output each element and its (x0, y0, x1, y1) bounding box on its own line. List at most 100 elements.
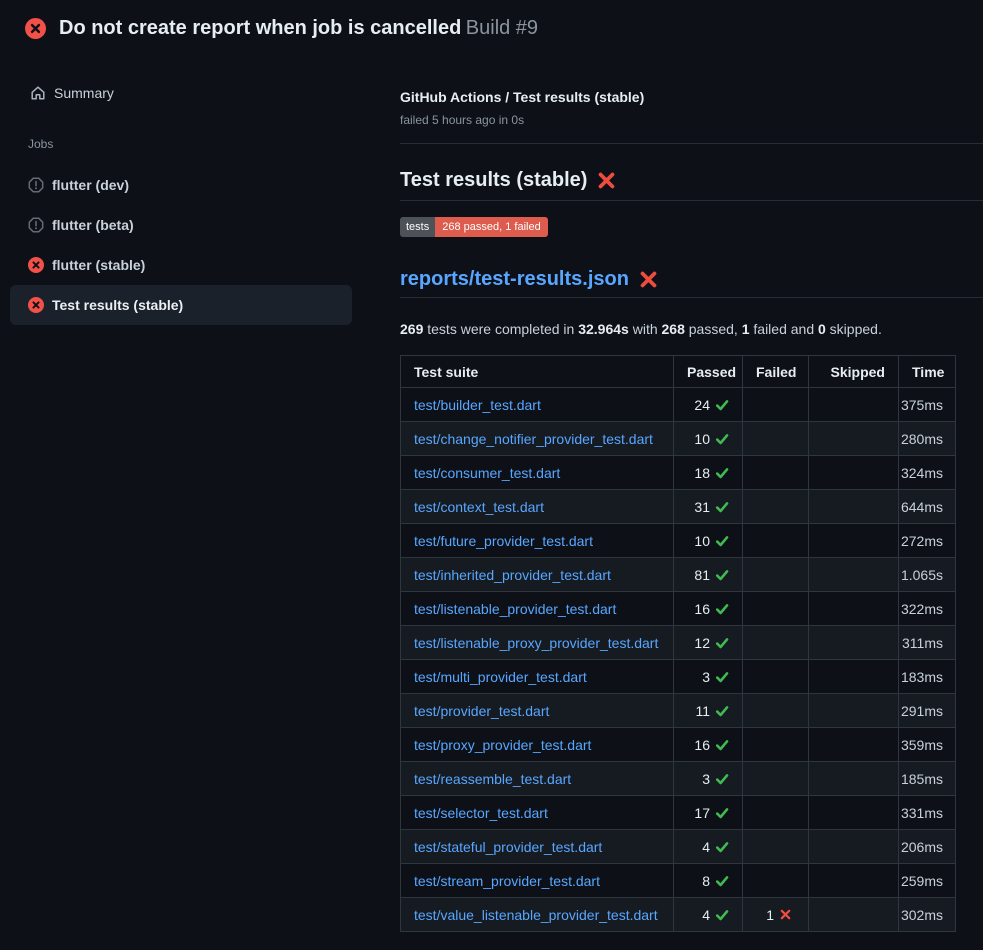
skipped-cell (809, 524, 899, 558)
time-cell: 322ms (899, 592, 956, 626)
passed-cell: 10 (674, 422, 743, 456)
sidebar-item-flutter-dev[interactable]: flutter (dev) (10, 165, 352, 205)
check-icon (715, 534, 729, 548)
table-row: test/inherited_provider_test.dart 81 1.0… (401, 558, 956, 592)
results-table-body: test/builder_test.dart 24 375ms test/cha… (401, 388, 956, 932)
suite-link[interactable]: test/multi_provider_test.dart (414, 669, 587, 685)
skipped-cell (809, 830, 899, 864)
check-icon (715, 670, 729, 684)
suite-cell: test/value_listenable_provider_test.dart (401, 898, 674, 932)
skipped-cell (809, 796, 899, 830)
passed-cell: 11 (674, 694, 743, 728)
time-cell: 185ms (899, 762, 956, 796)
passed-cell: 31 (674, 490, 743, 524)
sidebar-item-flutter-beta[interactable]: flutter (beta) (10, 205, 352, 245)
suite-link[interactable]: test/proxy_provider_test.dart (414, 737, 591, 753)
suite-link[interactable]: test/change_notifier_provider_test.dart (414, 431, 653, 447)
skipped-cell (809, 456, 899, 490)
check-icon (715, 466, 729, 480)
passed-count: 268 (662, 321, 685, 337)
failed-cell (743, 626, 809, 660)
passed-cell: 3 (674, 762, 743, 796)
time-cell: 183ms (899, 660, 956, 694)
passed-cell: 18 (674, 456, 743, 490)
table-row: test/provider_test.dart 11 291ms (401, 694, 956, 728)
failed-cell (743, 388, 809, 422)
total-tests-count: 269 (400, 321, 423, 337)
table-row: test/listenable_proxy_provider_test.dart… (401, 626, 956, 660)
suite-cell: test/builder_test.dart (401, 388, 674, 422)
suite-link[interactable]: test/selector_test.dart (414, 805, 548, 821)
suite-link[interactable]: test/context_test.dart (414, 499, 544, 515)
job-label: flutter (dev) (52, 177, 129, 193)
suite-cell: test/reassemble_test.dart (401, 762, 674, 796)
suite-link[interactable]: test/builder_test.dart (414, 397, 541, 413)
failed-cell (743, 694, 809, 728)
table-row: test/future_provider_test.dart 10 272ms (401, 524, 956, 558)
skipped-cell (809, 864, 899, 898)
sidebar: Summary Jobs flutter (dev) flutter (beta… (0, 75, 390, 325)
badge-label: tests (400, 217, 435, 237)
suite-link[interactable]: test/value_listenable_provider_test.dart (414, 907, 658, 923)
section-title-text: Test results (stable) (400, 166, 587, 194)
passed-cell: 17 (674, 796, 743, 830)
column-test-suite: Test suite (401, 356, 674, 388)
cancelled-icon (28, 177, 44, 193)
check-icon (715, 432, 729, 446)
failed-cell (743, 728, 809, 762)
job-label: flutter (stable) (52, 257, 145, 273)
divider (400, 143, 983, 144)
summary-sentence: 269 tests were completed in 32.964s with… (400, 319, 983, 340)
check-icon (715, 874, 729, 888)
time-cell: 359ms (899, 728, 956, 762)
column-passed: Passed (674, 356, 743, 388)
failed-x-icon (597, 171, 616, 190)
check-icon (715, 398, 729, 412)
breadcrumb: GitHub Actions / Test results (stable) (400, 87, 983, 107)
section-title: Test results (stable) (400, 166, 983, 201)
column-failed: Failed (743, 356, 809, 388)
failed-cell (743, 524, 809, 558)
suite-link[interactable]: test/reassemble_test.dart (414, 771, 571, 787)
cancelled-icon (28, 217, 44, 233)
failed-cell (743, 592, 809, 626)
suite-link[interactable]: test/inherited_provider_test.dart (414, 567, 611, 583)
suite-link[interactable]: test/stream_provider_test.dart (414, 873, 600, 889)
failed-cell (743, 558, 809, 592)
suite-link[interactable]: test/consumer_test.dart (414, 465, 560, 481)
suite-link[interactable]: test/listenable_provider_test.dart (414, 601, 616, 617)
skipped-cell (809, 388, 899, 422)
sidebar-item-flutter-stable[interactable]: flutter (stable) (10, 245, 352, 285)
failed-cell (743, 830, 809, 864)
suite-link[interactable]: test/future_provider_test.dart (414, 533, 593, 549)
sidebar-item-test-results-stable[interactable]: Test results (stable) (10, 285, 352, 325)
passed-cell: 81 (674, 558, 743, 592)
suite-link[interactable]: test/provider_test.dart (414, 703, 549, 719)
failed-x-icon (639, 270, 658, 289)
suite-cell: test/consumer_test.dart (401, 456, 674, 490)
suite-link[interactable]: test/stateful_provider_test.dart (414, 839, 602, 855)
suite-cell: test/change_notifier_provider_test.dart (401, 422, 674, 456)
sidebar-item-summary[interactable]: Summary (0, 75, 390, 111)
column-time: Time (899, 356, 956, 388)
table-row: test/multi_provider_test.dart 3 183ms (401, 660, 956, 694)
time-cell: 302ms (899, 898, 956, 932)
table-row: test/stateful_provider_test.dart 4 206ms (401, 830, 956, 864)
home-icon (30, 85, 46, 101)
build-title: Do not create report when job is cancell… (59, 17, 461, 39)
skipped-cell (809, 592, 899, 626)
test-results-table: Test suite Passed Failed Skipped Time te… (400, 355, 956, 932)
suite-cell: test/proxy_provider_test.dart (401, 728, 674, 762)
check-icon (715, 806, 729, 820)
skipped-cell (809, 694, 899, 728)
badge-value: 268 passed, 1 failed (435, 217, 547, 237)
suite-link[interactable]: test/listenable_proxy_provider_test.dart (414, 635, 658, 651)
check-icon (715, 500, 729, 514)
suite-cell: test/multi_provider_test.dart (401, 660, 674, 694)
report-link[interactable]: reports/test-results.json (400, 265, 629, 293)
suite-cell: test/stream_provider_test.dart (401, 864, 674, 898)
build-number: Build #9 (466, 17, 538, 39)
failed-icon (28, 297, 44, 313)
suite-cell: test/future_provider_test.dart (401, 524, 674, 558)
table-row: test/listenable_provider_test.dart 16 32… (401, 592, 956, 626)
